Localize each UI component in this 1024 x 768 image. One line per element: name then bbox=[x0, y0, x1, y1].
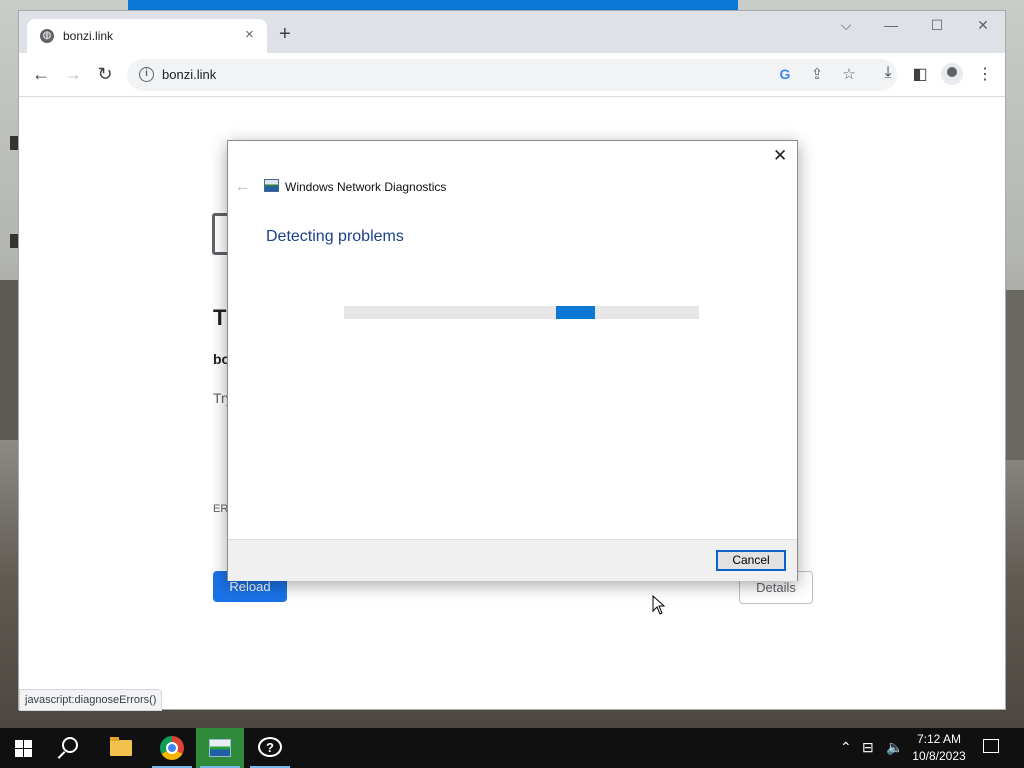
search-icon bbox=[62, 737, 78, 753]
back-arrow-icon[interactable]: ← bbox=[235, 178, 250, 195]
url-text[interactable]: bonzi.link bbox=[162, 67, 216, 82]
start-button[interactable] bbox=[0, 728, 48, 768]
show-hidden-icons-chevron-icon[interactable]: ⌃ bbox=[840, 739, 852, 756]
back-arrow-icon[interactable]: ← bbox=[29, 64, 53, 85]
taskbar-file-explorer[interactable] bbox=[98, 728, 146, 768]
globe-icon: ◍ bbox=[40, 29, 54, 43]
forward-arrow-icon[interactable]: → bbox=[61, 64, 85, 85]
minimize-button[interactable]: — bbox=[879, 17, 903, 33]
background-window-edge bbox=[128, 0, 738, 10]
action-center-icon[interactable] bbox=[983, 739, 999, 753]
wallpaper-detail bbox=[1004, 290, 1024, 460]
clock-time: 7:12 AM bbox=[916, 732, 962, 746]
mouse-cursor-icon bbox=[652, 595, 666, 615]
dialog-close-icon[interactable]: ✕ bbox=[773, 146, 787, 166]
progress-bar bbox=[344, 306, 699, 319]
taskbar-network-diagnostics[interactable] bbox=[196, 728, 244, 768]
taskbar: ? ⌃ ⊟ 🔈 7:12 AM 10/8/2023 bbox=[0, 728, 1024, 768]
dialog-title: Windows Network Diagnostics bbox=[285, 180, 447, 194]
reload-icon[interactable]: ↻ bbox=[93, 64, 117, 85]
windows-logo-icon bbox=[15, 740, 32, 757]
folder-icon bbox=[110, 737, 132, 756]
get-help-icon: ? bbox=[258, 737, 282, 757]
profile-avatar-icon[interactable] bbox=[941, 63, 963, 85]
browser-toolbar: ← → ↻ i bonzi.link G ⇪ ☆ ⤓ ◧ ⋮ bbox=[19, 53, 1005, 97]
clock-date: 10/8/2023 bbox=[912, 749, 966, 763]
tab-strip: ◍ bonzi.link × + ⌵ — ☐ ✕ bbox=[19, 11, 1005, 53]
search-button[interactable] bbox=[48, 728, 96, 768]
tab-close-icon[interactable]: × bbox=[245, 26, 254, 43]
network-diagnostics-icon bbox=[209, 739, 231, 757]
taskbar-get-help[interactable]: ? bbox=[246, 728, 294, 768]
bookmark-star-icon[interactable]: ☆ bbox=[839, 65, 859, 83]
dialog-footer: Cancel bbox=[228, 539, 797, 581]
maximize-button[interactable]: ☐ bbox=[925, 17, 949, 34]
status-bubble: javascript:diagnoseErrors() bbox=[19, 689, 163, 711]
new-tab-button[interactable]: + bbox=[279, 24, 291, 44]
network-diagnostics-icon bbox=[264, 179, 279, 192]
share-icon[interactable]: ⇪ bbox=[807, 65, 827, 83]
address-bar[interactable]: i bonzi.link G ⇪ ☆ bbox=[127, 59, 897, 91]
volume-muted-icon[interactable]: 🔈 bbox=[886, 739, 903, 756]
google-lens-icon[interactable]: G bbox=[775, 66, 795, 82]
close-window-button[interactable]: ✕ bbox=[971, 17, 995, 34]
dialog-heading: Detecting problems bbox=[266, 228, 404, 245]
progress-indicator bbox=[556, 306, 595, 319]
cancel-button[interactable]: Cancel bbox=[716, 550, 786, 571]
menu-kebab-icon[interactable]: ⋮ bbox=[974, 64, 996, 84]
chrome-icon bbox=[160, 736, 184, 760]
taskbar-chrome[interactable] bbox=[148, 728, 196, 768]
wallpaper-detail bbox=[0, 280, 20, 440]
network-diagnostics-dialog: ✕ ← Windows Network Diagnostics Detectin… bbox=[227, 140, 798, 581]
system-clock[interactable]: 7:12 AM 10/8/2023 bbox=[906, 731, 972, 765]
side-panel-icon[interactable]: ◧ bbox=[909, 64, 931, 84]
tab-search-chevron-icon[interactable]: ⌵ bbox=[834, 17, 858, 34]
site-info-icon[interactable]: i bbox=[139, 67, 154, 82]
network-disconnected-icon[interactable]: ⊟ bbox=[862, 739, 874, 756]
download-icon[interactable]: ⤓ bbox=[877, 64, 899, 82]
tab-title: bonzi.link bbox=[63, 29, 114, 43]
tab-bonzi-link[interactable]: ◍ bonzi.link × bbox=[27, 19, 267, 53]
